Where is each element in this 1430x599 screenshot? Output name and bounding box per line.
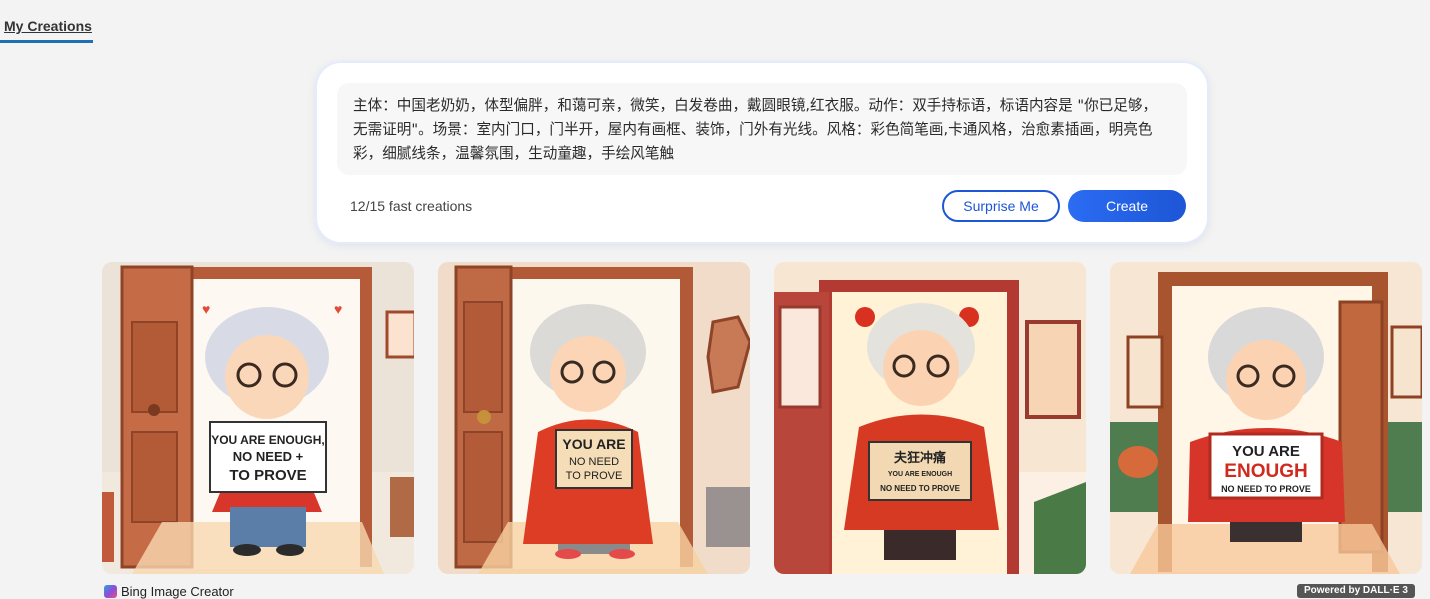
generated-image-3[interactable]: 夫狂冲痛 YOU ARE ENOUGH NO NEED TO PROVE (774, 262, 1086, 574)
bing-creator-icon (104, 585, 117, 598)
svg-text:♥: ♥ (334, 301, 342, 317)
sign-line-3: NO NEED TO PROVE (880, 484, 961, 493)
sign-line-3: NO NEED TO PROVE (1221, 484, 1311, 494)
create-button[interactable]: Create (1068, 190, 1186, 222)
tab-my-creations[interactable]: My Creations (4, 18, 92, 34)
sign-line-1: YOU ARE (1232, 443, 1300, 460)
generated-image-1[interactable]: YOU ARE ENOUGH, NO NEED + TO PROVE ♥ ♥ (102, 262, 414, 574)
sign-line-1: YOU ARE (562, 436, 625, 452)
tab-active-underline (0, 40, 93, 43)
surprise-me-button[interactable]: Surprise Me (942, 190, 1060, 222)
bing-image-creator-brand[interactable]: Bing Image Creator (104, 584, 234, 599)
sign-line-3: TO PROVE (566, 470, 623, 482)
sign-line-1: YOU ARE ENOUGH, (211, 433, 325, 447)
sign-line-1: 夫狂冲痛 (894, 450, 946, 466)
generated-image-4[interactable]: YOU ARE ENOUGH NO NEED TO PROVE (1110, 262, 1422, 574)
sign-line-2: NO NEED (569, 456, 619, 468)
brand-label: Bing Image Creator (121, 584, 234, 599)
generated-image-2[interactable]: YOU ARE NO NEED TO PROVE (438, 262, 750, 574)
sign-line-2: NO NEED + (233, 449, 304, 464)
sign-line-3: TO PROVE (229, 467, 306, 484)
sign-line-2: YOU ARE ENOUGH (888, 471, 952, 478)
svg-text:♥: ♥ (202, 301, 210, 317)
prompt-panel: 主体：中国老奶奶，体型偏胖，和蔼可亲，微笑，白发卷曲，戴圆眼镜,红衣服。动作：双… (317, 63, 1207, 242)
creations-counter: 12/15 fast creations (350, 198, 473, 214)
prompt-input[interactable]: 主体：中国老奶奶，体型偏胖，和蔼可亲，微笑，白发卷曲，戴圆眼镜,红衣服。动作：双… (337, 83, 1187, 175)
sign-line-2: ENOUGH (1224, 461, 1307, 482)
